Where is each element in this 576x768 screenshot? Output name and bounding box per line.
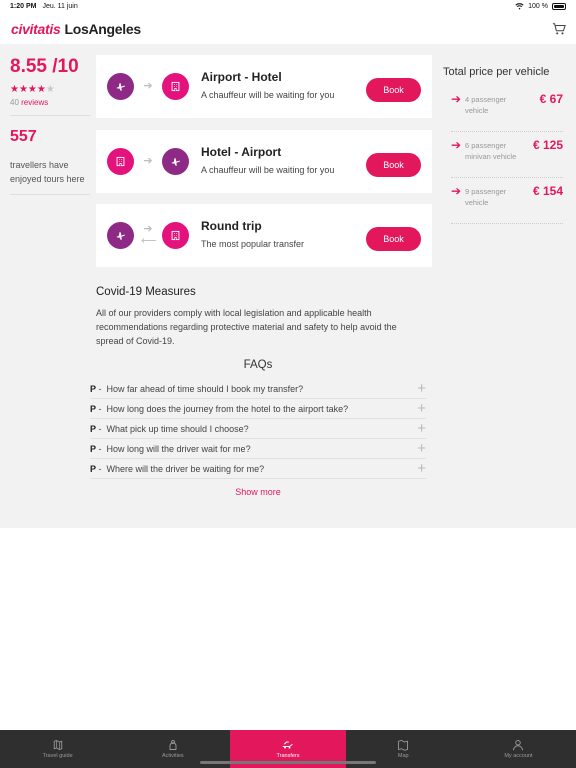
vehicle-label: 4 passenger vehicle <box>465 95 507 115</box>
tab-label: Transfers <box>276 753 300 759</box>
covid-text: All of our providers comply with local l… <box>96 308 397 346</box>
status-right: 100 % <box>515 2 566 10</box>
faq-item[interactable]: P - What pick up time should I choose? + <box>90 419 426 439</box>
tourist-icon <box>169 740 177 750</box>
summary-column: 8.55 /10 ★★★★★ 40 reviews 557 travellers… <box>10 56 90 203</box>
book-button[interactable]: Book <box>366 227 421 251</box>
vehicle-price: € 125 <box>532 138 563 152</box>
map-book-icon <box>53 740 62 750</box>
arrow-right-icon: ➔ <box>143 80 153 92</box>
travellers-count: 557 <box>10 128 37 145</box>
covid-title: Covid-19 Measures <box>96 286 196 298</box>
transfer-card-airport-hotel[interactable]: ➔ Airport - Hotel A chauffeur will be wa… <box>96 55 432 118</box>
faq-question: How far ahead of time should I book my t… <box>106 384 304 394</box>
tab-travel-guide[interactable]: Travel guide <box>0 730 115 768</box>
faq-question: How long will the driver wait for me? <box>106 444 251 454</box>
city-name: LosAngeles <box>64 21 141 37</box>
faq-prefix: P <box>90 384 97 394</box>
faq-item[interactable]: P - How long does the journey from the h… <box>90 399 426 419</box>
map-icon <box>398 740 409 751</box>
pricing-title: Total price per vehicle <box>443 66 550 78</box>
vehicle-label: 6 passenger minivan vehicle <box>465 141 517 161</box>
vehicle-price: € 154 <box>532 184 563 198</box>
person-icon <box>513 740 524 751</box>
arrow-right-icon: ➔ <box>143 155 153 167</box>
arrow-right-icon: ➔ <box>451 184 462 198</box>
show-more-link[interactable]: Show more <box>90 487 426 497</box>
vehicle-label: 9 passenger vehicle <box>465 187 507 207</box>
travellers-label: travellers have enjoyed tours here <box>10 160 85 184</box>
arrow-right-icon: ➔ <box>451 138 462 152</box>
price-row: ➔ 6 passenger minivan vehicle € 125 <box>451 138 563 178</box>
plus-icon[interactable]: + <box>417 460 426 477</box>
hotel-icon <box>162 222 189 249</box>
main-content: 8.55 /10 ★★★★★ 40 reviews 557 travellers… <box>0 44 576 528</box>
transfer-card-hotel-airport[interactable]: ➔ Hotel - Airport A chauffeur will be wa… <box>96 130 432 193</box>
hotel-icon <box>107 148 134 175</box>
transfer-subtitle: A chauffeur will be waiting for you <box>201 90 335 100</box>
battery-icon <box>552 2 566 10</box>
tab-my-account[interactable]: My account <box>461 730 576 768</box>
transfer-card-round-trip[interactable]: ➔ ⟵ Round trip The most popular transfer … <box>96 204 432 267</box>
plane-icon <box>107 222 134 249</box>
hotel-icon <box>162 73 189 100</box>
cart-icon[interactable] <box>552 22 566 36</box>
wifi-icon <box>515 3 524 10</box>
vehicle-price: € 67 <box>539 92 563 106</box>
transfer-icon <box>282 741 293 749</box>
home-indicator[interactable] <box>200 761 376 764</box>
plus-icon[interactable]: + <box>417 380 426 397</box>
faq-item[interactable]: P - How long will the driver wait for me… <box>90 439 426 459</box>
faq-title: FAQs <box>243 359 273 371</box>
faq-item[interactable]: P - Where will the driver be waiting for… <box>90 459 426 479</box>
round-trip-arrows-icon: ➔ ⟵ <box>141 223 157 247</box>
faq-question: What pick up time should I choose? <box>106 424 249 434</box>
transfer-title: Round trip <box>201 219 262 233</box>
brand-name: civitatis <box>11 21 61 37</box>
book-button[interactable]: Book <box>366 78 421 102</box>
plus-icon[interactable]: + <box>417 420 426 437</box>
transfer-subtitle: The most popular transfer <box>201 239 305 249</box>
price-row: ➔ 4 passenger vehicle € 67 <box>451 92 563 132</box>
faq-prefix: P <box>90 424 97 434</box>
arrow-right-icon: ➔ <box>451 92 462 106</box>
faq-prefix: P <box>90 404 97 414</box>
app-header: civitatis LosAngeles <box>0 14 576 44</box>
logo[interactable]: civitatis LosAngeles <box>11 21 141 37</box>
tab-label: Travel guide <box>42 753 73 759</box>
pricing-panel: Total price per vehicle ➔ 4 passenger ve… <box>443 66 568 224</box>
faq-list: P - How far ahead of time should I book … <box>90 379 426 479</box>
price-row: ➔ 9 passenger vehicle € 154 <box>451 184 563 224</box>
plus-icon[interactable]: + <box>417 400 426 417</box>
battery-label: 100 % <box>528 2 548 10</box>
tab-label: Activities <box>161 753 184 759</box>
divider <box>10 194 90 195</box>
rating-stars: ★★★★★ <box>10 84 90 95</box>
star-half-icon: ★ <box>45 84 55 95</box>
plane-icon <box>162 148 189 175</box>
divider <box>10 115 90 116</box>
book-button[interactable]: Book <box>366 153 421 177</box>
faq-item[interactable]: P - How far ahead of time should I book … <box>90 379 426 399</box>
status-time: 1:20 PM Jeu. 11 juin <box>10 3 78 10</box>
reviews-count: 40 <box>10 98 19 107</box>
plane-icon <box>107 73 134 100</box>
transfer-title: Hotel - Airport <box>201 145 282 159</box>
faq-prefix: P <box>90 444 97 454</box>
stars-filled: ★★★★ <box>10 84 46 95</box>
faq-prefix: P <box>90 464 97 474</box>
reviews-label: reviews <box>21 98 49 107</box>
tab-label: Map <box>397 753 409 759</box>
plus-icon[interactable]: + <box>417 440 426 457</box>
reviews-link[interactable]: 40 reviews <box>10 98 90 107</box>
status-date: Jeu. 11 juin <box>42 3 78 10</box>
rating-score: 8.55 /10 <box>10 56 79 77</box>
faq-question: Where will the driver be waiting for me? <box>106 464 265 474</box>
status-bar: 1:20 PM Jeu. 11 juin 100 % <box>0 0 576 14</box>
transfer-title: Airport - Hotel <box>201 70 282 84</box>
transfer-subtitle: A chauffeur will be waiting for you <box>201 165 335 175</box>
faq-question: How long does the journey from the hotel… <box>106 404 349 414</box>
tab-label: My account <box>504 753 533 759</box>
